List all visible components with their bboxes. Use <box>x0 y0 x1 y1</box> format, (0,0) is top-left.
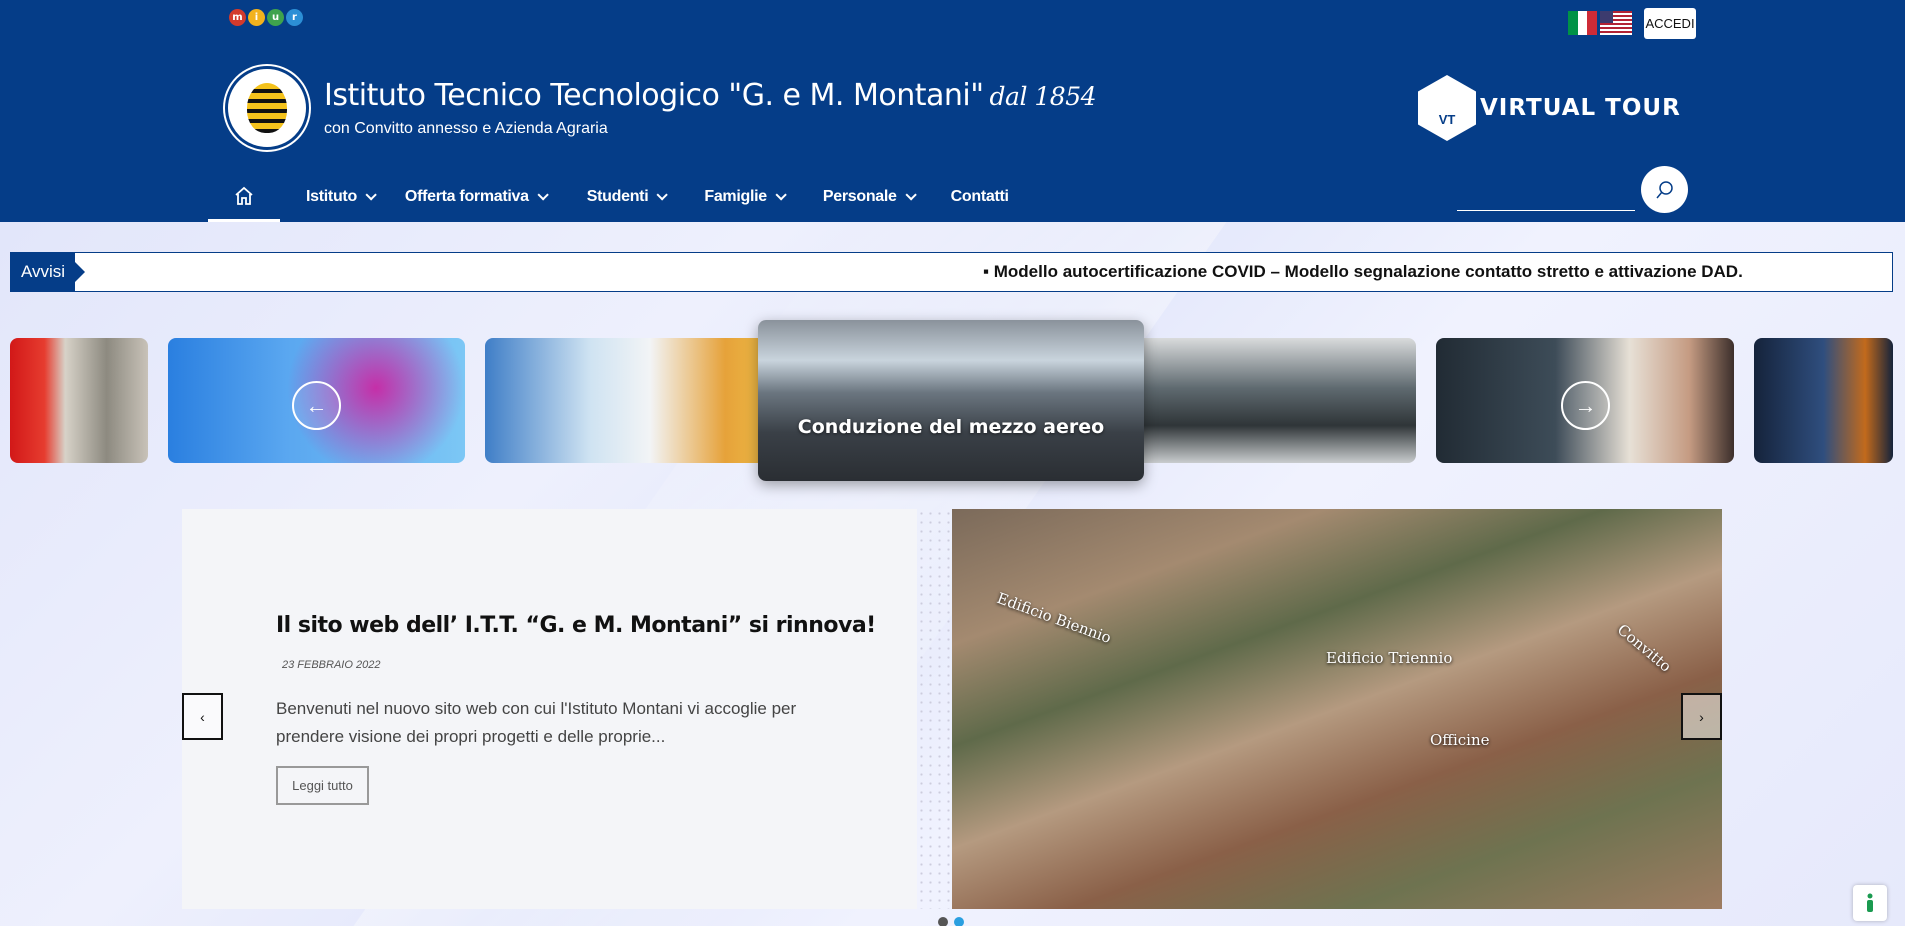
virtual-tour-label: VIRTUAL TOUR <box>1480 95 1681 121</box>
nav-item-personale[interactable]: Personale <box>822 188 917 206</box>
news-pager <box>938 917 964 926</box>
course-card[interactable] <box>1118 338 1416 463</box>
nav-item-contatti[interactable]: Contatti <box>951 188 1009 206</box>
photo-label: Convitto <box>1613 620 1675 676</box>
chevron-down-icon <box>905 189 917 201</box>
nav-item-label: Istituto <box>306 188 357 205</box>
chevron-down-icon <box>365 189 377 201</box>
search-input[interactable] <box>1457 210 1635 211</box>
photo-label: Edificio Triennio <box>1326 649 1453 667</box>
photo-label: Edificio Biennio <box>994 588 1114 648</box>
language-switcher <box>1568 11 1632 35</box>
nav-item-label: Personale <box>822 188 897 205</box>
notices-ticker-link[interactable]: ▪ Modello autocertificazione COVID – Mod… <box>983 262 1743 282</box>
chevron-down-icon <box>537 189 549 201</box>
miur-letter: u <box>267 9 284 26</box>
news-prev-button[interactable]: ‹ <box>182 693 223 740</box>
news-title[interactable]: Il sito web dell’ I.T.T. “G. e M. Montan… <box>276 613 876 638</box>
us-flag-icon[interactable] <box>1600 11 1632 35</box>
miur-letter: i <box>248 9 265 26</box>
since-year: dal 1854 <box>989 82 1097 111</box>
miur-logo[interactable]: m i u r <box>229 9 303 26</box>
course-card[interactable] <box>1754 338 1893 463</box>
login-button[interactable]: ACCEDI <box>1644 8 1696 39</box>
course-card[interactable] <box>485 338 785 463</box>
nav-item-label: Studenti <box>586 188 649 205</box>
chevron-down-icon <box>775 189 787 201</box>
home-icon <box>235 186 253 205</box>
miur-letter: r <box>286 9 303 26</box>
pager-dot-active[interactable] <box>954 917 964 926</box>
accessibility-figure-icon <box>1867 893 1873 912</box>
dotted-pattern <box>917 509 955 909</box>
nav-item-label: Offerta formativa <box>404 188 529 205</box>
main-nav: Istituto Offerta formativa Studenti Fami… <box>208 172 1009 222</box>
course-card-caption: Conduzione del mezzo aereo <box>797 416 1105 438</box>
pager-dot[interactable] <box>938 917 948 926</box>
nav-item-label: Contatti <box>950 188 1009 205</box>
news-date: 23 FEBBRAIO 2022 <box>282 659 381 671</box>
news-excerpt: Benvenuti nel nuovo sito web con cui l'I… <box>276 699 797 746</box>
photo-label: Officine <box>1430 731 1490 749</box>
carousel-next-arrow-icon[interactable]: → <box>1561 381 1610 430</box>
chevron-down-icon <box>656 189 669 201</box>
nav-home[interactable] <box>208 172 280 222</box>
site-title-text: Istituto Tecnico Tecnologico "G. e M. Mo… <box>324 78 984 113</box>
carousel-prev-arrow-icon[interactable]: ← <box>292 381 341 430</box>
italian-flag-icon[interactable] <box>1568 11 1598 35</box>
site-header: m i u r ACCEDI Istituto Tecnico Tecnolog… <box>0 0 1905 222</box>
accessibility-icon[interactable] <box>1853 885 1887 921</box>
news-photo-aerial: Edificio Biennio Edificio Triennio Convi… <box>952 509 1722 909</box>
search-icon <box>1655 180 1673 198</box>
nav-item-offerta-formativa[interactable]: Offerta formativa <box>404 188 549 206</box>
school-crest-logo[interactable] <box>225 66 309 150</box>
nav-item-famiglie[interactable]: Famiglie <box>704 188 787 206</box>
news-slider: Il sito web dell’ I.T.T. “G. e M. Montan… <box>182 509 1722 909</box>
read-more-button[interactable]: Leggi tutto <box>276 766 369 805</box>
site-title[interactable]: Istituto Tecnico Tecnologico "G. e M. Mo… <box>324 78 1097 113</box>
site-subtitle: con Convitto annesso e Azienda Agraria <box>324 120 608 137</box>
news-text-panel: Il sito web dell’ I.T.T. “G. e M. Montan… <box>182 509 917 909</box>
notices-bar: Avvisi ▪ Modello autocertificazione COVI… <box>10 252 1893 292</box>
virtual-tour-hexagon-icon: VT <box>1418 75 1476 141</box>
course-card[interactable] <box>10 338 148 463</box>
virtual-tour-link[interactable]: VT VIRTUAL TOUR <box>1418 75 1681 141</box>
nav-item-studenti[interactable]: Studenti <box>586 188 669 206</box>
course-card-active[interactable]: Conduzione del mezzo aereo <box>758 320 1144 481</box>
nav-item-istituto[interactable]: Istituto <box>306 188 377 206</box>
bee-icon <box>247 83 287 133</box>
search-button[interactable] <box>1641 166 1688 213</box>
miur-letter: m <box>229 9 246 26</box>
nav-item-label: Famiglie <box>704 188 767 205</box>
notices-label: Avvisi <box>11 253 85 291</box>
news-next-button[interactable]: › <box>1681 693 1722 740</box>
